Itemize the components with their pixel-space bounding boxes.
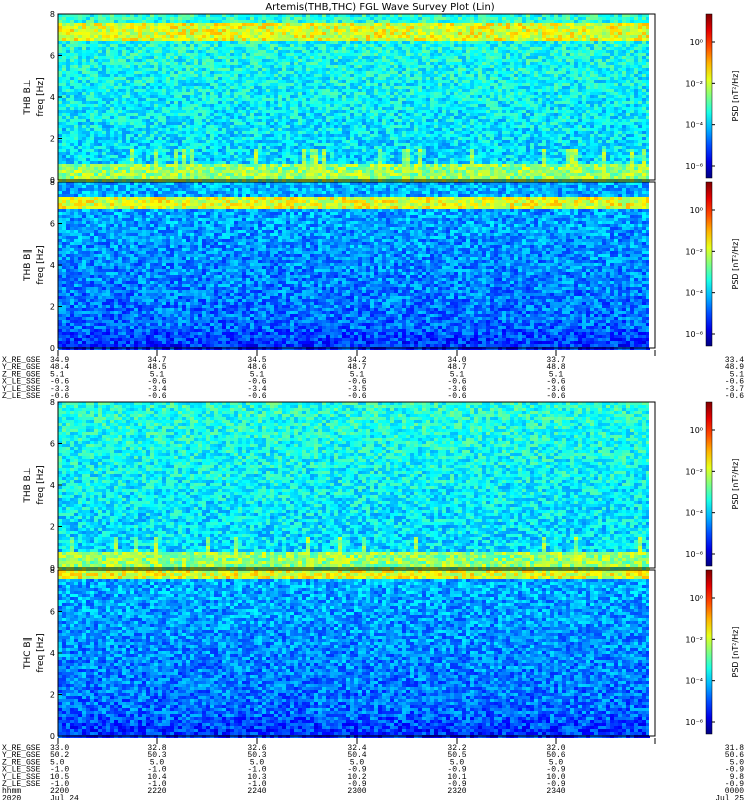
ephemeris-value: -0.6: [247, 392, 266, 401]
y-tick-label: 2: [50, 135, 55, 144]
spectrogram-cells: [58, 182, 650, 350]
y-tick-label: 6: [50, 52, 55, 61]
panel-label: THB B∥: [23, 249, 33, 282]
y-tick-label: 6: [50, 440, 55, 449]
colorbar-tick-label: 10⁻⁶: [685, 718, 703, 727]
ephemeris-row-label: 2020: [2, 794, 21, 800]
y-tick-label: 2: [50, 691, 55, 700]
plot-title: Artemis(THB,THC) FGL Wave Survey Plot (L…: [265, 2, 494, 13]
no-data-strip: [649, 570, 655, 736]
ephemeris-value: -0.6: [347, 392, 366, 401]
y-tick-label: 2: [50, 303, 55, 312]
ephemeris-thc: X_RE_GSE 33.0 32.8 32.6 32.4 32.2 32.0 31.8Y_RE…: [2, 738, 744, 800]
ephemeris-value: 2300: [347, 787, 366, 796]
colorbar-tick-label: 10⁻⁴: [685, 289, 703, 298]
colorbar-tick-label: 10⁻⁴: [685, 121, 703, 130]
ephemeris-value: -0.6: [147, 392, 166, 401]
y-tick-label: 0: [50, 732, 55, 741]
no-data-strip: [649, 402, 655, 568]
panel-label: THB B⊥: [23, 467, 33, 503]
colorbar: [705, 181, 713, 347]
y-tick-label: 0: [50, 344, 55, 353]
ephemeris-value: 2220: [147, 787, 166, 796]
spectrogram-cells: [58, 14, 650, 182]
colorbar-tick-label: 10⁻⁶: [685, 330, 703, 339]
ephemeris-value: -0.6: [447, 392, 466, 401]
y-tick-label: 4: [50, 261, 55, 270]
y-axis-label: freq [Hz]: [36, 77, 46, 116]
colorbar-tick-label: 10⁻⁶: [685, 550, 703, 559]
colorbar-tick-label: 10⁻²: [685, 79, 703, 88]
y-tick-label: 8: [50, 10, 55, 19]
colorbar-tick-label: 10⁰: [690, 38, 703, 47]
colorbar: [705, 569, 713, 735]
colorbar: [705, 401, 713, 567]
colorbar-tick-label: 10⁻⁶: [685, 162, 703, 171]
no-data-strip: [649, 14, 655, 180]
y-tick-label: 8: [50, 566, 55, 575]
y-axis-label: freq [Hz]: [36, 633, 46, 672]
ephemeris-value: -0.6: [546, 392, 565, 401]
ephemeris-value: 2240: [247, 787, 266, 796]
colorbar-tick-label: 10⁻⁴: [685, 677, 703, 686]
colorbar-tick-label: 10⁰: [690, 594, 703, 603]
ephemeris-thb: X_RE_GSE 34.9 34.7 34.5 34.2 34.0 33.7 33.4Y_RE…: [2, 350, 744, 401]
no-data-strip: [649, 182, 655, 348]
colorbar-tick-label: 10⁻²: [685, 247, 703, 256]
colorbar-label: PSD [nT²/Hz]: [731, 71, 740, 122]
spectrogram-panels: 02468THB B⊥ freq [Hz]10⁰10⁻²10⁻⁴10⁻⁶PSD […: [23, 10, 740, 741]
ephemeris-value: 2340: [546, 787, 565, 796]
ephemeris-value: 2320: [447, 787, 466, 796]
y-tick-label: 8: [50, 178, 55, 187]
y-tick-label: 6: [50, 220, 55, 229]
y-axis-label: freq [Hz]: [36, 245, 46, 284]
colorbar-tick-label: 10⁰: [690, 426, 703, 435]
colorbar-label: PSD [nT²/Hz]: [731, 239, 740, 290]
spectrogram-panel-2: 0 2 4 6 8 THB B∥ freq [Hz] 10⁰ 10⁻² 10⁻⁴ 10⁻⁶ PSD […: [23, 178, 740, 353]
panel-label: THB B⊥: [23, 79, 33, 115]
colorbar: [705, 13, 713, 179]
spectrogram-cells: [58, 570, 650, 738]
panel-label: THC B∥: [23, 637, 33, 670]
ephemeris-value: Jul 25: [715, 794, 744, 800]
colorbar-tick-label: 10⁻²: [685, 467, 703, 476]
y-tick-label: 4: [50, 93, 55, 102]
y-tick-label: 6: [50, 608, 55, 617]
spectrogram-cells: [58, 402, 650, 570]
colorbar-tick-label: 10⁰: [690, 206, 703, 215]
colorbar-tick-label: 10⁻²: [685, 635, 703, 644]
y-tick-label: 2: [50, 523, 55, 532]
spectrogram-panel-3: 02468THB B⊥ freq [Hz]10⁰10⁻²10⁻⁴10⁻⁶PSD […: [23, 398, 740, 573]
spectrogram-panel-4: 0 2 4 6 8 THC B∥ freq [Hz] 10⁰ 10⁻² 10⁻⁴ 10⁻⁶ PSD […: [23, 566, 740, 741]
colorbar-label: PSD [nT²/Hz]: [731, 459, 740, 510]
y-axis-label: freq [Hz]: [36, 465, 46, 504]
ephemeris-value: -0.6: [725, 392, 744, 401]
ephemeris-value: Jul 24: [50, 794, 79, 800]
y-tick-label: 4: [50, 481, 55, 490]
ephemeris-row-label: Z_LE_SSE: [2, 392, 41, 401]
y-tick-label: 4: [50, 649, 55, 658]
spectrogram-panel-1: 02468THB B⊥ freq [Hz]10⁰10⁻²10⁻⁴10⁻⁶PSD […: [23, 10, 740, 185]
colorbar-label: PSD [nT²/Hz]: [731, 627, 740, 678]
wave-survey-figure: Artemis(THB,THC) FGL Wave Survey Plot (L…: [2, 2, 744, 800]
ephemeris-value: -0.6: [50, 392, 69, 401]
colorbar-tick-label: 10⁻⁴: [685, 509, 703, 518]
